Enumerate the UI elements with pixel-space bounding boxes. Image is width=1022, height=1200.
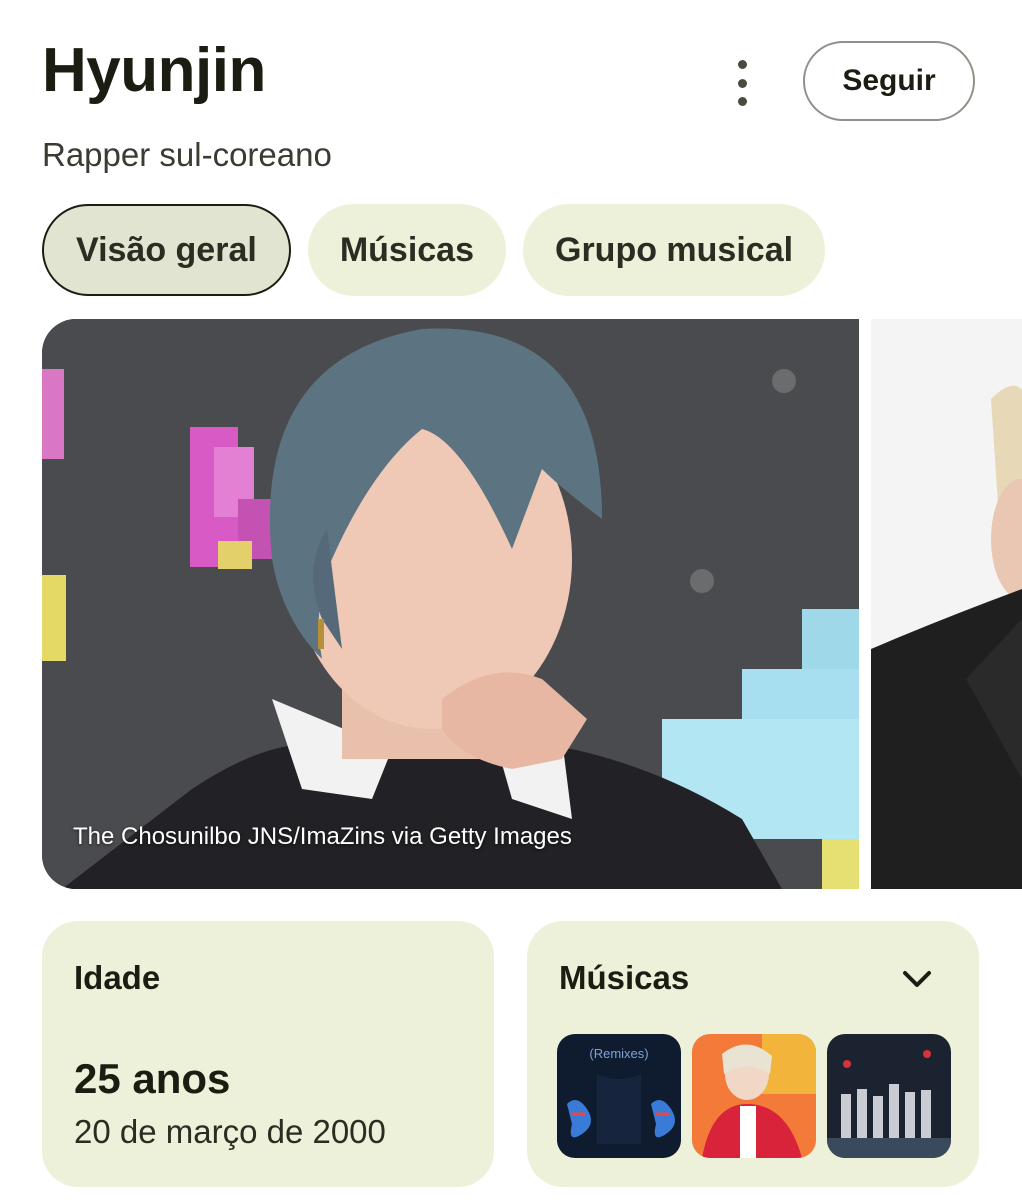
- follow-button[interactable]: Seguir: [803, 41, 975, 121]
- portrait-illustration-2: [871, 319, 1022, 889]
- songs-label: Músicas: [559, 959, 690, 996]
- dot: [737, 78, 747, 88]
- tab-overview[interactable]: Visão geral: [42, 204, 291, 296]
- photo-credit: The Chosunilbo JNS/ImaZins via Getty Ima…: [73, 823, 572, 850]
- song-thumbnail[interactable]: [692, 1034, 816, 1158]
- song-thumbnail[interactable]: (Remixes): [557, 1034, 681, 1158]
- album-art-2: [692, 1034, 816, 1158]
- age-value: 25 anos: [74, 1055, 231, 1102]
- dot: [737, 60, 747, 69]
- song-thumbnail[interactable]: [827, 1034, 951, 1158]
- secondary-photo[interactable]: [871, 319, 1022, 889]
- thumb-text: (Remixes): [589, 1046, 648, 1061]
- dot: [737, 97, 747, 106]
- album-art-1: (Remixes): [557, 1034, 681, 1158]
- portrait-illustration: [42, 319, 859, 889]
- age-card[interactable]: Idade 25 anos 20 de março de 2000: [42, 921, 494, 1187]
- tab-bar: Visão geral Músicas Grupo musical: [42, 204, 826, 296]
- birth-date: 20 de março de 2000: [74, 1113, 386, 1150]
- tab-songs[interactable]: Músicas: [307, 204, 506, 296]
- more-options-icon[interactable]: [724, 60, 760, 106]
- knowledge-panel: Hyunjin Rapper sul-coreano Seguir Visão …: [0, 0, 1022, 1200]
- subtitle: Rapper sul-coreano: [42, 136, 332, 173]
- tab-music-group[interactable]: Grupo musical: [523, 204, 826, 296]
- page-title: Hyunjin: [42, 36, 266, 105]
- album-art-3: [827, 1034, 951, 1158]
- main-photo[interactable]: The Chosunilbo JNS/ImaZins via Getty Ima…: [42, 319, 859, 889]
- songs-card[interactable]: Músicas (Remixes): [527, 921, 979, 1187]
- image-carousel: The Chosunilbo JNS/ImaZins via Getty Ima…: [42, 319, 1022, 889]
- song-thumbnails: (Remixes): [557, 1034, 951, 1158]
- chevron-down-icon[interactable]: [899, 961, 935, 997]
- age-label: Idade: [74, 959, 161, 996]
